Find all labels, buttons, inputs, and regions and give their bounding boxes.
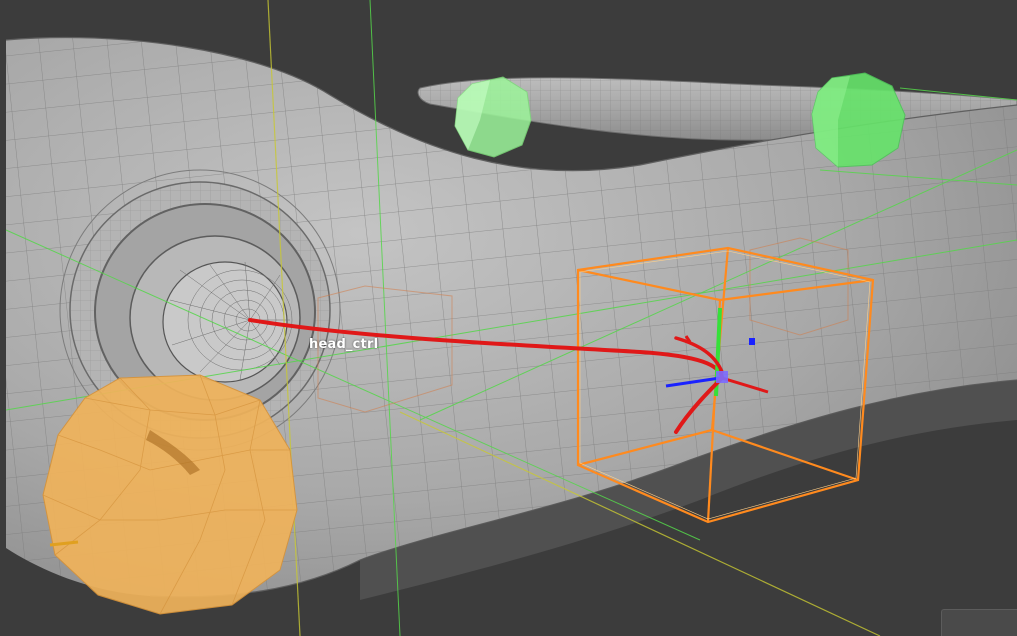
- manipulator-center-handle[interactable]: [716, 371, 728, 383]
- viewport-scene[interactable]: [0, 0, 1017, 636]
- green-sphere-control-2[interactable]: [811, 72, 906, 168]
- 3d-viewport[interactable]: head_ctrl: [0, 0, 1017, 636]
- manipulator-plane-handle[interactable]: [749, 338, 755, 345]
- green-sphere-control-1[interactable]: [454, 76, 532, 158]
- corner-tool-panel[interactable]: [941, 609, 1017, 636]
- control-name-label: head_ctrl: [309, 337, 379, 352]
- orange-sphere-control[interactable]: [42, 374, 298, 615]
